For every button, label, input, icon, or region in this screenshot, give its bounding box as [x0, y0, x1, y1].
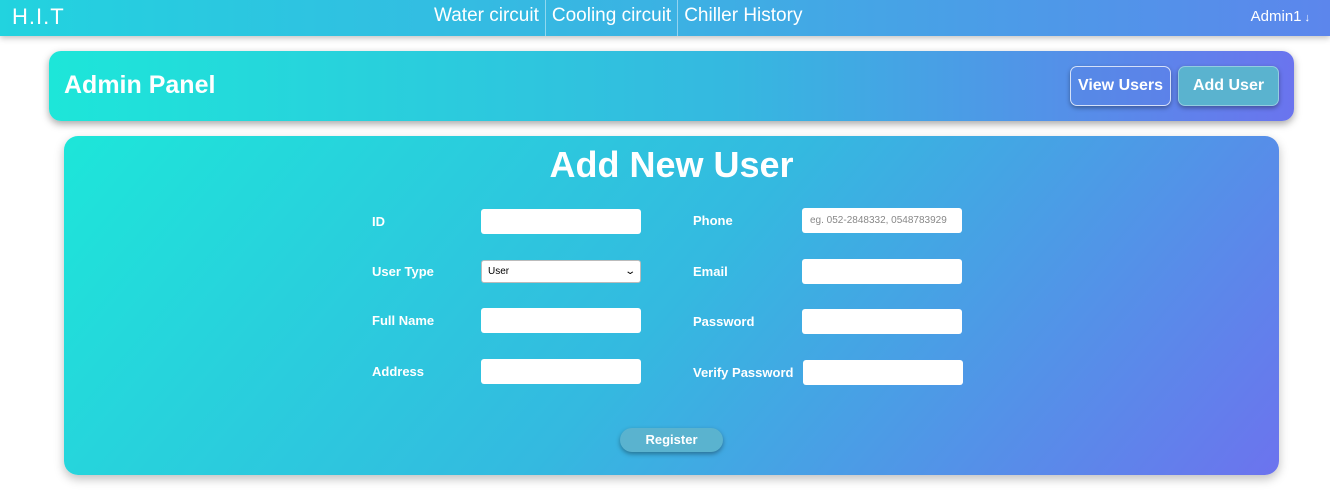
nav-links: Water circuit Cooling circuit Chiller Hi…	[428, 0, 808, 36]
full-name-label: Full Name	[372, 313, 435, 328]
verify-password-input[interactable]	[803, 360, 963, 385]
nav-chiller-history[interactable]: Chiller History	[677, 0, 808, 36]
user-type-select[interactable]: User ⌄	[481, 260, 641, 283]
nav-water-circuit[interactable]: Water circuit	[428, 0, 545, 36]
verify-password-label: Verify Password	[693, 365, 794, 380]
email-input[interactable]	[802, 259, 962, 284]
view-users-button[interactable]: View Users	[1070, 66, 1171, 106]
user-type-value: User	[488, 266, 510, 277]
user-menu[interactable]: Admin1 ↓	[1251, 8, 1310, 25]
add-user-form: Add New User ID User Type User ⌄ Full Na…	[64, 136, 1279, 475]
brand-logo[interactable]: H.I.T	[12, 4, 65, 30]
address-label: Address	[372, 364, 425, 379]
admin-panel-header: Admin Panel View Users Add User	[49, 51, 1294, 121]
password-input[interactable]	[802, 309, 962, 334]
user-name: Admin1	[1250, 8, 1302, 25]
user-type-label: User Type	[372, 264, 434, 279]
phone-label: Phone	[693, 213, 733, 228]
form-title: Add New User	[549, 144, 794, 185]
arrow-down-icon: ↓	[1304, 12, 1311, 24]
top-navbar: H.I.T Water circuit Cooling circuit Chil…	[0, 0, 1330, 36]
admin-panel-title: Admin Panel	[64, 71, 216, 99]
chevron-down-icon: ⌄	[623, 266, 636, 277]
id-input[interactable]	[481, 209, 641, 234]
phone-input[interactable]	[802, 208, 962, 233]
address-input[interactable]	[481, 359, 641, 384]
nav-cooling-circuit[interactable]: Cooling circuit	[544, 0, 677, 36]
register-button[interactable]: Register	[620, 428, 723, 452]
password-label: Password	[693, 314, 755, 329]
add-user-button[interactable]: Add User	[1178, 66, 1279, 106]
id-label: ID	[372, 214, 385, 229]
full-name-input[interactable]	[481, 308, 641, 333]
email-label: Email	[693, 264, 728, 279]
